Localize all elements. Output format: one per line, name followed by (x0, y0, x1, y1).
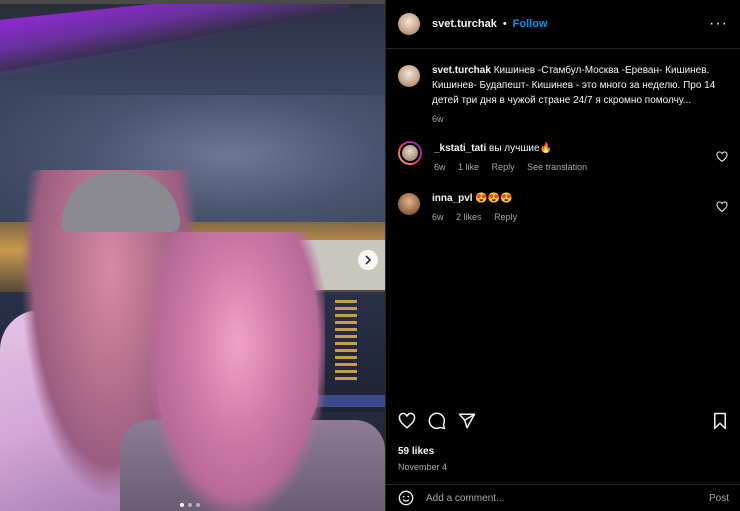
photo-reflection (335, 300, 357, 380)
header-separator: • (502, 18, 507, 30)
add-comment-input[interactable]: Add a comment... (426, 493, 709, 504)
post-comment-button[interactable]: Post (709, 493, 729, 504)
comment-text: 😍😍😍 (475, 193, 513, 204)
post-date: November 4 (398, 462, 448, 472)
comment-icon[interactable] (428, 412, 446, 430)
caption-avatar[interactable] (398, 65, 420, 87)
post-photo[interactable] (0, 0, 385, 511)
author-username[interactable]: svet.turchak (432, 18, 497, 30)
comment-username[interactable]: _kstati_tati (434, 143, 486, 154)
see-translation-button[interactable]: See translation (527, 162, 587, 172)
author-avatar[interactable] (398, 13, 420, 35)
comment-age[interactable]: 6w (434, 162, 446, 172)
caption-body: svet.turchak Кишинев -Стамбул-Москва -Ер… (432, 63, 728, 127)
comment-avatar[interactable] (398, 193, 420, 215)
caption-username[interactable]: svet.turchak (432, 65, 491, 76)
emoji-icon[interactable] (398, 490, 414, 506)
post-actions (386, 412, 740, 430)
avatar-image (400, 143, 420, 163)
comment-text: вы лучшие🔥 (489, 143, 552, 154)
comment-username[interactable]: inna_pvl (432, 193, 473, 204)
comment-row: inna_pvl 😍😍😍 6w 2 likes Reply (398, 191, 728, 225)
add-comment-bar: Add a comment... Post (386, 484, 740, 511)
comment-meta: 6w 1 like Reply See translation (434, 160, 710, 175)
caption-age[interactable]: 6w (432, 114, 444, 124)
next-arrow-icon (365, 255, 372, 265)
carousel-dot-2[interactable] (188, 503, 192, 507)
comments-list: svet.turchak Кишинев -Стамбул-Москва -Ер… (386, 49, 740, 225)
carousel-dot-3[interactable] (196, 503, 200, 507)
carousel-dots (180, 503, 200, 507)
comment-body: _kstati_tati вы лучшие🔥 6w 1 like Reply … (434, 141, 710, 175)
comment-meta: 6w 2 likes Reply (432, 210, 710, 225)
save-icon[interactable] (711, 412, 729, 430)
comment-body: inna_pvl 😍😍😍 6w 2 likes Reply (432, 191, 710, 225)
caption-meta: 6w (432, 112, 728, 127)
comment-age[interactable]: 6w (432, 212, 444, 222)
photo-top-strip (0, 0, 385, 4)
comment-row: _kstati_tati вы лучшие🔥 6w 1 like Reply … (398, 141, 728, 175)
heart-icon[interactable] (398, 412, 416, 430)
comment-like-heart-icon[interactable] (716, 201, 728, 213)
share-icon[interactable] (458, 412, 476, 430)
post-header: svet.turchak • Follow ··· (386, 0, 740, 49)
instagram-post-view: svet.turchak • Follow ··· svet.turchak К… (0, 0, 740, 511)
more-options-button[interactable]: ··· (709, 15, 728, 33)
caption-row: svet.turchak Кишинев -Стамбул-Москва -Ер… (398, 63, 728, 127)
comment-likes[interactable]: 2 likes (456, 212, 482, 222)
carousel-next-button[interactable] (358, 250, 378, 270)
follow-button[interactable]: Follow (513, 18, 548, 30)
post-side-panel: svet.turchak • Follow ··· svet.turchak К… (385, 0, 740, 511)
photo-woman-face (150, 232, 325, 511)
comment-reply-button[interactable]: Reply (494, 212, 517, 222)
comment-reply-button[interactable]: Reply (492, 162, 515, 172)
comment-avatar[interactable] (398, 141, 422, 165)
carousel-dot-1[interactable] (180, 503, 184, 507)
comment-like-heart-icon[interactable] (716, 151, 728, 163)
likes-count[interactable]: 59 likes (398, 446, 434, 457)
comment-likes[interactable]: 1 like (458, 162, 479, 172)
